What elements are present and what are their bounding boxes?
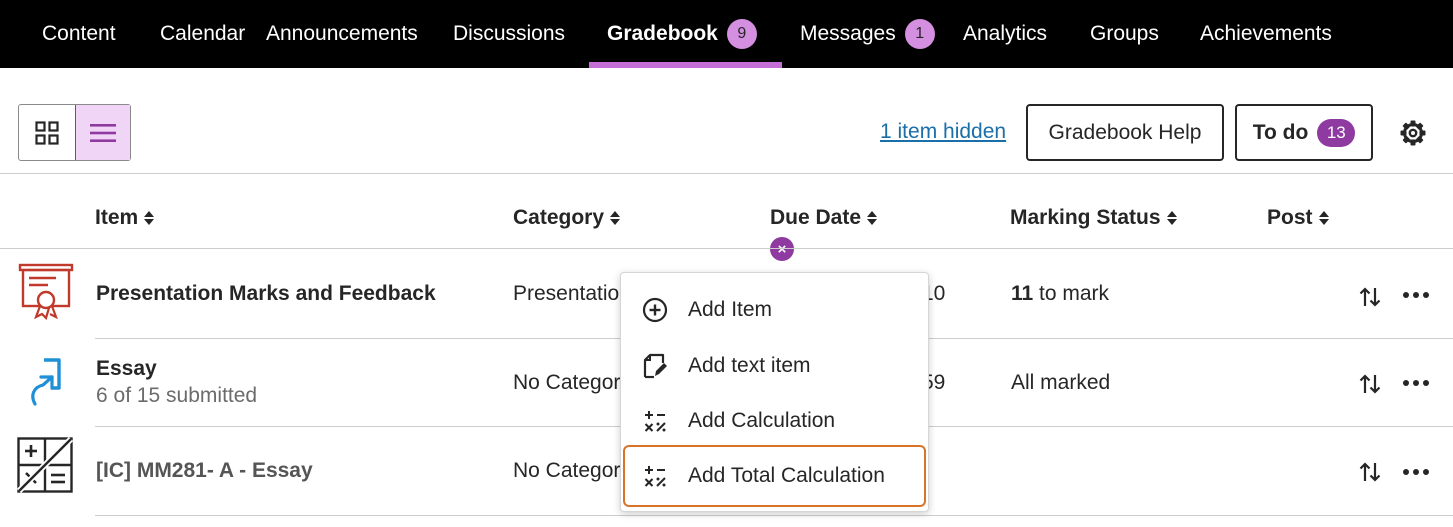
nav-tab-content[interactable]: Content [42, 0, 116, 68]
more-options-icon[interactable] [1403, 292, 1429, 300]
gradebook-count-badge: 9 [726, 19, 757, 49]
menu-item-add-text-item[interactable]: Add text item [625, 339, 922, 393]
todo-button[interactable]: To do 13 [1235, 104, 1373, 161]
to-mark-text: to mark [1033, 282, 1110, 305]
calculator-icon [644, 466, 666, 487]
item-title[interactable]: Presentation Marks and Feedback [96, 282, 436, 306]
reorder-icon[interactable] [1359, 286, 1381, 308]
nav-tab-gradebook[interactable]: Gradebook 9 [607, 0, 757, 68]
reorder-icon[interactable] [1359, 373, 1381, 395]
row-divider [95, 515, 1453, 516]
nav-tab-label: Groups [1090, 22, 1159, 45]
menu-item-label: Add Total Calculation [688, 464, 885, 487]
sort-icon [1318, 211, 1329, 225]
nav-tab-label: Messages [800, 22, 896, 45]
add-circle-icon [642, 297, 668, 323]
nav-tab-label: Achievements [1200, 22, 1332, 45]
menu-item-add-calculation[interactable]: Add Calculation [625, 394, 922, 448]
menu-item-label: Add Item [688, 298, 773, 321]
more-options-icon[interactable] [1403, 380, 1429, 388]
todo-count-badge: 13 [1317, 118, 1356, 147]
more-options-icon[interactable] [1403, 469, 1429, 477]
nav-tab-announcements[interactable]: Announcements [266, 0, 418, 68]
item-category: Presentatio [513, 282, 620, 305]
view-toggle [18, 104, 131, 161]
toolbar-divider [0, 173, 1453, 174]
reorder-icon[interactable] [1359, 461, 1381, 483]
presentation-icon [18, 263, 74, 320]
close-icon: × [777, 240, 787, 258]
nav-tab-label: Analytics [963, 22, 1048, 45]
menu-item-label: Add text item [688, 354, 811, 377]
submission-count: 6 of 15 submitted [96, 384, 258, 407]
sort-icon [867, 211, 878, 225]
to-mark-count: 11 [1011, 282, 1034, 305]
column-header-label: Post [1267, 206, 1313, 229]
clear-filter-button[interactable]: × [770, 237, 794, 261]
menu-item-add-total-calculation[interactable]: Add Total Calculation [623, 445, 926, 507]
nav-tab-achievements[interactable]: Achievements [1200, 0, 1332, 68]
column-header-category[interactable]: Category [513, 206, 621, 230]
column-header-marking-status[interactable]: Marking Status [1010, 206, 1177, 230]
nav-tab-label: Announcements [266, 22, 418, 45]
list-icon [89, 123, 116, 142]
item-title[interactable]: Essay [96, 357, 157, 381]
item-marking-status[interactable]: 11 to mark [1011, 282, 1109, 306]
nav-tab-label: Content [42, 22, 116, 45]
nav-tab-analytics[interactable]: Analytics [963, 0, 1047, 68]
grid-icon [35, 120, 59, 145]
sort-icon [610, 211, 621, 225]
column-header-label: Item [95, 206, 139, 229]
header-divider [0, 248, 1453, 249]
column-header-post[interactable]: Post [1267, 206, 1329, 230]
edit-note-icon [643, 353, 667, 379]
column-header-item[interactable]: Item [95, 206, 155, 230]
hidden-items-link[interactable]: 1 item hidden [880, 120, 1006, 144]
column-header-due-date[interactable]: Due Date [770, 206, 878, 230]
nav-tab-label: Gradebook [607, 22, 718, 45]
nav-tab-groups[interactable]: Groups [1090, 0, 1159, 68]
nav-tab-label: Discussions [453, 22, 566, 45]
menu-item-label: Add Calculation [688, 409, 836, 432]
menu-item-add-item[interactable]: Add Item [625, 283, 922, 337]
grid-view-button[interactable] [19, 105, 75, 160]
column-header-label: Marking Status [1010, 206, 1161, 229]
add-item-menu: Add Item Add text item Add Calculation A… [620, 272, 929, 512]
todo-label: To do [1252, 120, 1309, 144]
item-category: No Categor [513, 459, 621, 482]
gradebook-help-button[interactable]: Gradebook Help [1026, 104, 1224, 161]
nav-tab-calendar[interactable]: Calendar [160, 0, 245, 68]
calculator-icon [644, 411, 666, 432]
active-tab-indicator [589, 62, 782, 68]
nav-tab-discussions[interactable]: Discussions [453, 0, 565, 68]
sort-icon [1166, 211, 1177, 225]
item-title[interactable]: [IC] MM281- A - Essay [96, 459, 313, 483]
item-marking-status[interactable]: All marked [1011, 371, 1110, 395]
nav-tab-messages[interactable]: Messages 1 [800, 0, 935, 68]
item-category: No Categor [513, 371, 621, 394]
column-header-label: Due Date [770, 206, 862, 229]
assignment-icon [31, 358, 61, 406]
gradebook-help-label: Gradebook Help [1048, 120, 1202, 144]
nav-tab-label: Calendar [160, 22, 246, 45]
messages-count-badge: 1 [904, 19, 935, 49]
course-nav: Content Calendar Announcements Discussio… [0, 0, 1453, 68]
column-header-label: Category [513, 206, 605, 229]
gear-icon[interactable] [1399, 119, 1427, 147]
sort-icon [144, 211, 155, 225]
calculation-icon [17, 437, 73, 493]
list-view-button[interactable] [74, 105, 130, 160]
